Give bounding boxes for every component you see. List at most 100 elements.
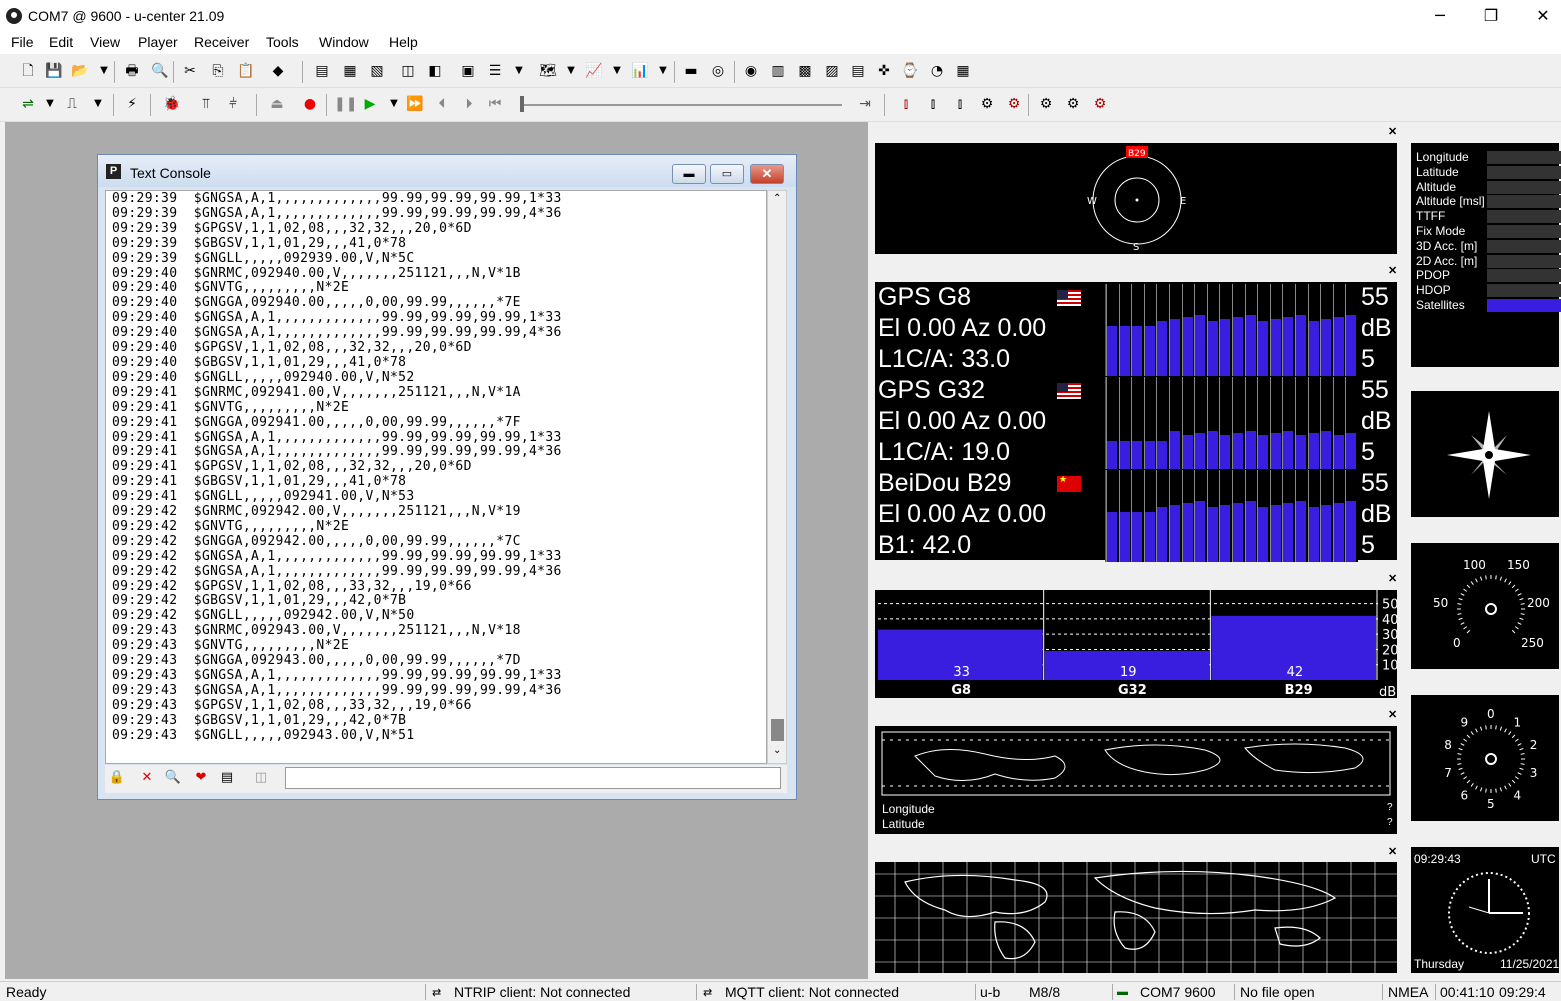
eject-icon[interactable]: ⏏ <box>267 94 287 114</box>
chart-icon[interactable]: 📈 <box>584 61 604 81</box>
reset-config-icon[interactable]: ⚙ <box>977 94 997 114</box>
paste-icon[interactable]: 📋 <box>236 61 256 81</box>
status-port[interactable]: COM7 9600 <box>1140 984 1215 1000</box>
baudrate-icon[interactable]: ⎍ <box>62 94 82 114</box>
save-icon[interactable]: 💾 <box>44 61 64 81</box>
histogram-icon[interactable]: 📊 <box>630 61 650 81</box>
restore-button[interactable]: ❐ <box>1468 4 1514 28</box>
record-icon[interactable]: ● <box>300 94 320 114</box>
text-console-window[interactable]: P Text Console ▬ ▭ ✕ 09:29:39 $GNGSA,A,1… <box>97 154 797 800</box>
camera-icon[interactable]: ▬ <box>681 61 701 81</box>
warm-start-icon[interactable]: ⫾ <box>923 94 943 114</box>
filter-icon[interactable]: ❤ <box>191 768 211 788</box>
chevron-down-icon[interactable]: ▼ <box>384 94 404 114</box>
messages-view-icon[interactable]: ▤ <box>312 61 332 81</box>
scrollbar-thumb[interactable] <box>771 719 784 741</box>
sat-levels-icon[interactable]: ▨ <box>822 61 842 81</box>
new-file-icon[interactable]: 🗋 <box>18 61 38 81</box>
chevron-down-icon[interactable]: ▼ <box>88 94 108 114</box>
copy-icon[interactable]: ⎘ <box>208 61 228 81</box>
deviation-map-icon[interactable]: ◉ <box>741 61 761 81</box>
columns-icon[interactable]: ◫ <box>251 768 271 788</box>
chevron-down-icon[interactable]: ▼ <box>509 61 529 81</box>
cut-icon[interactable]: ✂ <box>180 61 200 81</box>
console-title-bar[interactable]: P Text Console ▬ ▭ ✕ <box>98 155 796 187</box>
save-log-icon[interactable]: ▤ <box>217 768 237 788</box>
chevron-down-icon[interactable]: ▼ <box>561 61 581 81</box>
watch-icon[interactable]: ⌚ <box>900 61 920 81</box>
play-icon[interactable]: ▶ <box>360 94 380 114</box>
console-command-input[interactable] <box>285 767 781 789</box>
debug-icon[interactable]: 🐞 <box>162 94 182 114</box>
scroll-up-icon[interactable]: ⌃ <box>773 193 781 204</box>
menu-view[interactable]: View <box>90 34 120 50</box>
poll-icon[interactable]: ⫪ <box>196 94 216 114</box>
gear-icon[interactable]: ⚙ <box>1063 94 1083 114</box>
compass-icon[interactable]: ✜ <box>874 61 894 81</box>
ubx-icon[interactable]: ◆ <box>268 61 288 81</box>
find-icon[interactable]: 🔍 <box>163 768 183 788</box>
rewind-icon[interactable]: ⏮ <box>485 94 505 114</box>
sky-view-close-icon[interactable]: ✕ <box>1388 125 1397 138</box>
chevron-down-icon[interactable]: ▼ <box>653 61 673 81</box>
fast-forward-icon[interactable]: ⏩ <box>405 94 425 114</box>
hot-start-icon[interactable]: ⫾ <box>896 94 916 114</box>
menu-tools[interactable]: Tools <box>266 34 299 50</box>
menu-player[interactable]: Player <box>138 34 178 50</box>
menu-receiver[interactable]: Receiver <box>194 34 249 50</box>
open-folder-icon[interactable]: 📂 <box>70 61 90 81</box>
scroll-down-icon[interactable]: ⌄ <box>773 745 781 756</box>
status-mqtt[interactable]: MQTT client: Not connected <box>725 984 899 1000</box>
table-view-icon[interactable]: ▥ <box>768 61 788 81</box>
console-minimize-button[interactable]: ▬ <box>672 164 706 184</box>
console-close-button[interactable]: ✕ <box>750 164 784 184</box>
gear-icon[interactable]: ⚙ <box>1036 94 1056 114</box>
playback-slider-thumb[interactable] <box>520 96 524 112</box>
console-log[interactable]: 09:29:39 $GNGSA,A,1,,,,,,,,,,,,,99.99,99… <box>105 190 767 764</box>
cold-start-icon[interactable]: ⫾ <box>950 94 970 114</box>
sky-view-icon[interactable]: ◎ <box>708 61 728 81</box>
packet-console-icon[interactable]: ◧ <box>425 61 445 81</box>
close-button[interactable]: ✕ <box>1520 4 1561 28</box>
save-config-icon[interactable]: ⚙ <box>1004 94 1024 114</box>
console-maximize-button[interactable]: ▭ <box>710 164 744 184</box>
console-scrollbar[interactable]: ⌃ ⌄ <box>767 190 787 764</box>
chevron-down-icon[interactable]: ▼ <box>607 61 627 81</box>
print-icon[interactable]: 🖶 <box>122 61 142 81</box>
autobauding-icon[interactable]: ⚡ <box>122 94 142 114</box>
world-map-icon[interactable]: ▦ <box>953 61 973 81</box>
step-back-icon[interactable]: ⏴ <box>432 94 452 114</box>
signal-view-icon[interactable]: ▩ <box>795 61 815 81</box>
minimize-button[interactable]: ─ <box>1417 4 1463 28</box>
print-preview-icon[interactable]: 🔍 <box>150 61 170 81</box>
map-close-icon[interactable]: ✕ <box>1388 708 1397 721</box>
sat-detail-close-icon[interactable]: ✕ <box>1388 264 1397 277</box>
clear-icon[interactable]: ✕ <box>137 768 157 788</box>
pause-icon[interactable]: ❚❚ <box>334 94 357 114</box>
statistic-view-icon[interactable]: ▧ <box>367 61 387 81</box>
gauge-icon[interactable]: ◔ <box>927 61 947 81</box>
menu-file[interactable]: File <box>11 34 34 50</box>
binary-console-icon[interactable]: ◫ <box>398 61 418 81</box>
signal-chart-close-icon[interactable]: ✕ <box>1388 572 1397 585</box>
multi-poll-icon[interactable]: ⫩ <box>223 94 243 114</box>
go-to-end-icon[interactable]: ⇥ <box>855 94 875 114</box>
menu-help[interactable]: Help <box>389 34 418 50</box>
text-console-icon[interactable]: ▣ <box>458 61 478 81</box>
data-view-icon[interactable]: ▤ <box>848 61 868 81</box>
menu-window[interactable]: Window <box>319 34 369 50</box>
map-icon[interactable]: 🗺 <box>538 61 558 81</box>
gear-icon[interactable]: ⚙ <box>1090 94 1110 114</box>
menu-edit[interactable]: Edit <box>49 34 73 50</box>
lock-icon[interactable]: 🔒 <box>107 768 127 788</box>
status-ntrip[interactable]: NTRIP client: Not connected <box>454 984 630 1000</box>
docking-windows-icon[interactable]: ☰ <box>485 61 505 81</box>
chevron-down-icon[interactable]: ▼ <box>40 94 60 114</box>
playback-slider[interactable] <box>520 104 842 106</box>
connection-icon[interactable]: ⇌ <box>18 94 38 114</box>
west-label: W <box>1087 196 1097 207</box>
config-view-icon[interactable]: ▦ <box>340 61 360 81</box>
chevron-down-icon[interactable]: ▼ <box>94 61 114 81</box>
step-forward-icon[interactable]: ⏵ <box>459 94 479 114</box>
world-map-close-icon[interactable]: ✕ <box>1388 845 1397 858</box>
